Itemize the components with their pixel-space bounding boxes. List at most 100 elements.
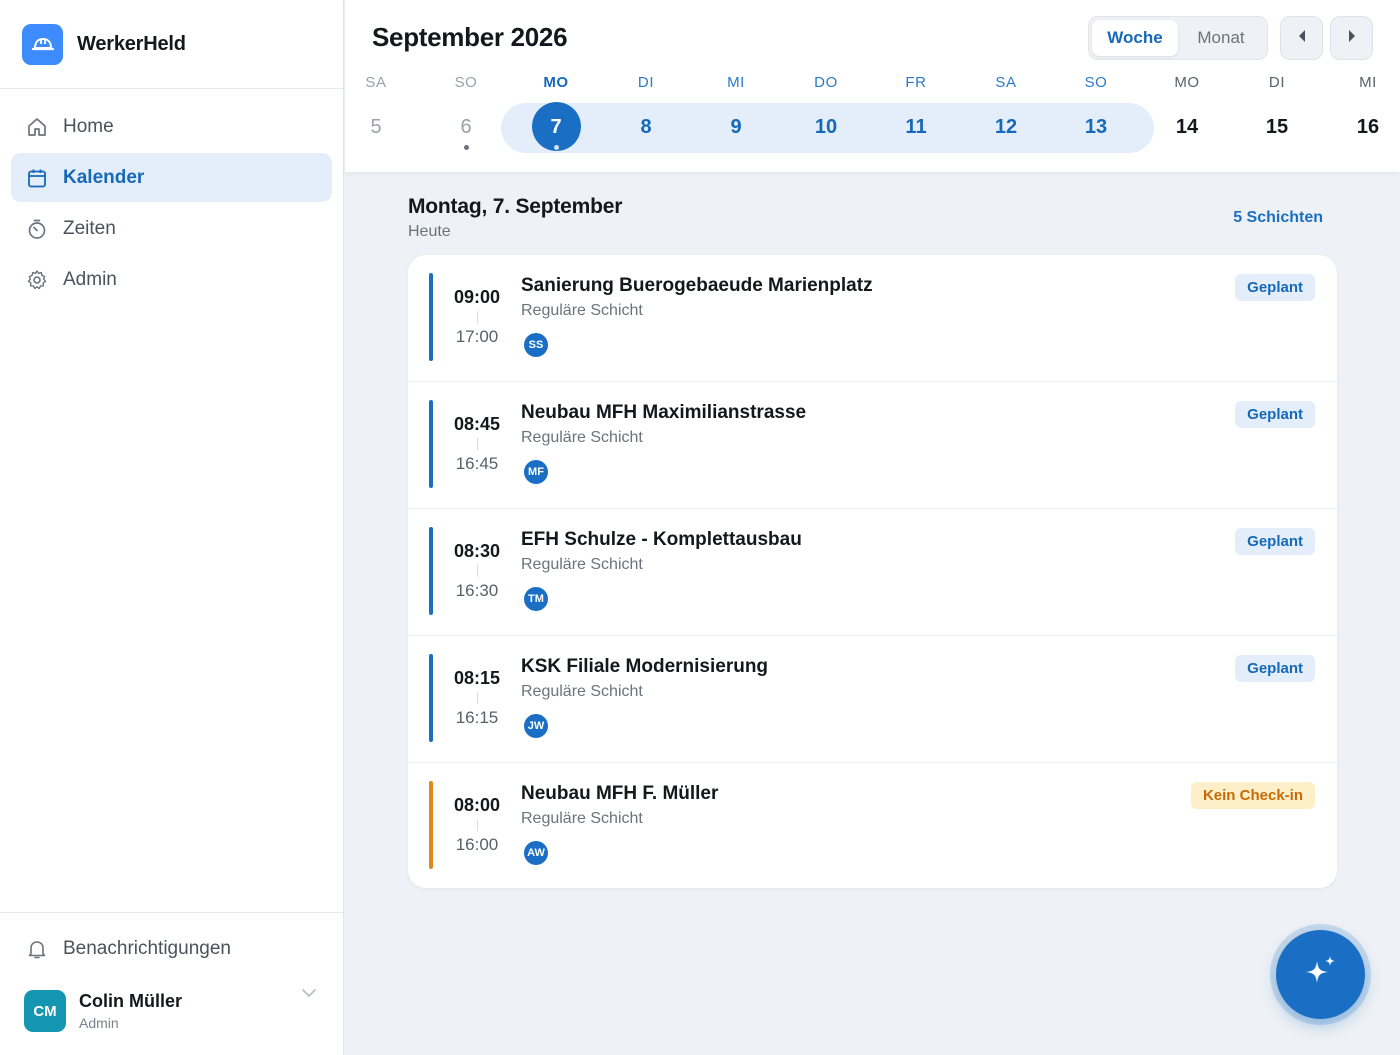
chevron-down-icon[interactable] [301, 985, 317, 1003]
day-cell[interactable]: DO 10 [791, 74, 861, 140]
status-badge: Kein Check-in [1190, 782, 1315, 809]
event-dot [554, 145, 559, 150]
sidebar-item-label: Zeiten [63, 217, 116, 239]
day-name: SA [995, 74, 1017, 91]
shift-end-time: 16:30 [455, 581, 499, 600]
sidebar-item-kalender[interactable]: Kalender [11, 153, 332, 202]
shift-type: Reguläre Schicht [521, 556, 643, 573]
time-separator [477, 438, 478, 450]
day-number: 10 [814, 116, 838, 138]
day-number: 7 [521, 102, 591, 151]
time-separator [477, 565, 478, 577]
status-badge: Geplant [1235, 655, 1315, 682]
shift-title: Sanierung Buerogebaeude Marienplatz [521, 275, 873, 296]
day-cell[interactable]: FR 11 [881, 74, 951, 140]
worker-avatar: TM [524, 587, 548, 611]
user-menu[interactable]: CM Colin Müller Admin [0, 985, 343, 1037]
avatar: CM [24, 990, 66, 1032]
sidebar-nav: Home Kalender Zeiten Admin [0, 89, 343, 319]
user-name: Colin Müller [79, 991, 182, 1011]
day-title: Montag, 7. September [408, 195, 623, 218]
stopwatch-icon [25, 217, 49, 241]
worker-avatar: AW [524, 841, 548, 865]
shift-end-time: 16:00 [455, 835, 499, 854]
ai-assistant-button[interactable] [1276, 930, 1365, 1019]
calendar-icon [25, 166, 49, 190]
day-name: MI [727, 74, 745, 91]
shift-title: Neubau MFH Maximilianstrasse [521, 402, 807, 423]
shift-type: Reguläre Schicht [521, 810, 643, 827]
tab-month[interactable]: Monat [1178, 20, 1264, 56]
next-button[interactable] [1330, 16, 1373, 60]
shift-item[interactable]: 08:00 16:00 Neubau MFH F. Müller Regulär… [408, 763, 1337, 888]
time-separator [477, 692, 478, 704]
page-title: September 2026 [372, 22, 568, 52]
tab-week[interactable]: Woche [1092, 20, 1178, 56]
time-separator [477, 819, 478, 831]
day-number: 5 [370, 116, 382, 138]
notifications-label: Benachrichtigungen [63, 938, 231, 959]
time-separator [477, 311, 478, 323]
shift-title: EFH Schulze - Komplettausbau [521, 529, 802, 550]
day-cell[interactable]: SO 6 [431, 74, 501, 150]
day-cell[interactable]: SA 12 [971, 74, 1041, 140]
shift-item[interactable]: 08:15 16:15 KSK Filiale Modernisierung R… [408, 636, 1337, 763]
day-cell[interactable]: DI 8 [611, 74, 681, 140]
day-number: 13 [1084, 116, 1108, 138]
day-cell[interactable]: SA 5 [341, 74, 411, 140]
prev-button[interactable] [1280, 16, 1323, 60]
shift-title: KSK Filiale Modernisierung [521, 656, 769, 677]
day-cell[interactable]: MO 14 [1152, 74, 1222, 140]
sidebar-item-home[interactable]: Home [11, 102, 332, 151]
worker-avatar: SS [524, 333, 548, 357]
day-number: 6 [460, 116, 472, 138]
status-badge: Geplant [1235, 401, 1315, 428]
shift-status-bar [429, 273, 433, 361]
day-number: 9 [730, 116, 742, 138]
day-number: 14 [1175, 116, 1199, 138]
shift-end-time: 17:00 [455, 327, 499, 346]
shift-end-time: 16:15 [455, 708, 499, 727]
shift-type: Reguläre Schicht [521, 302, 643, 319]
sidebar-item-zeiten[interactable]: Zeiten [11, 204, 332, 253]
day-cell[interactable]: MI 9 [701, 74, 771, 140]
shift-start-time: 09:00 [453, 287, 501, 307]
day-number: 12 [994, 116, 1018, 138]
day-name: MO [543, 74, 569, 91]
day-name: DI [1268, 74, 1286, 91]
shift-end-time: 16:45 [455, 454, 499, 473]
day-cell[interactable]: DI 15 [1242, 74, 1312, 140]
day-cell[interactable]: MI 16 [1333, 74, 1400, 140]
notifications-link[interactable]: Benachrichtigungen [0, 913, 343, 985]
status-badge: Geplant [1235, 528, 1315, 555]
shift-title: Neubau MFH F. Müller [521, 783, 719, 804]
chevron-right-icon [1347, 29, 1357, 48]
shift-item[interactable]: 08:45 16:45 Neubau MFH Maximilianstrasse… [408, 382, 1337, 509]
shift-start-time: 08:30 [453, 541, 501, 561]
day-name: DO [814, 74, 838, 91]
worker-avatar: MF [524, 460, 548, 484]
view-toggle: Woche Monat [1088, 16, 1268, 60]
day-name: DI [637, 74, 655, 91]
day-name: MI [1359, 74, 1377, 91]
day-cell[interactable]: SO 13 [1061, 74, 1131, 140]
shift-count: 5 Schichten [1233, 209, 1323, 226]
day-number: 16 [1356, 116, 1380, 138]
sidebar-item-admin[interactable]: Admin [11, 255, 332, 304]
shift-item[interactable]: 09:00 17:00 Sanierung Buerogebaeude Mari… [408, 255, 1337, 382]
shift-item[interactable]: 08:30 16:30 EFH Schulze - Komplettausbau… [408, 509, 1337, 636]
day-name: FR [905, 74, 927, 91]
gear-icon [25, 268, 49, 292]
brand[interactable]: WerkerHeld [0, 0, 343, 89]
shift-status-bar [429, 781, 433, 869]
shift-type: Reguläre Schicht [521, 683, 643, 700]
day-subtitle: Heute [408, 223, 451, 240]
sidebar: WerkerHeld Home Kalender Zeiten Admin Be… [0, 0, 344, 1055]
day-name: SA [365, 74, 387, 91]
day-cell-selected[interactable]: MO 7 [521, 74, 591, 151]
sidebar-item-label: Home [63, 115, 114, 137]
bell-icon [25, 937, 49, 961]
sidebar-item-label: Admin [63, 268, 117, 290]
shift-start-time: 08:15 [453, 668, 501, 688]
user-role: Admin [79, 1015, 119, 1031]
